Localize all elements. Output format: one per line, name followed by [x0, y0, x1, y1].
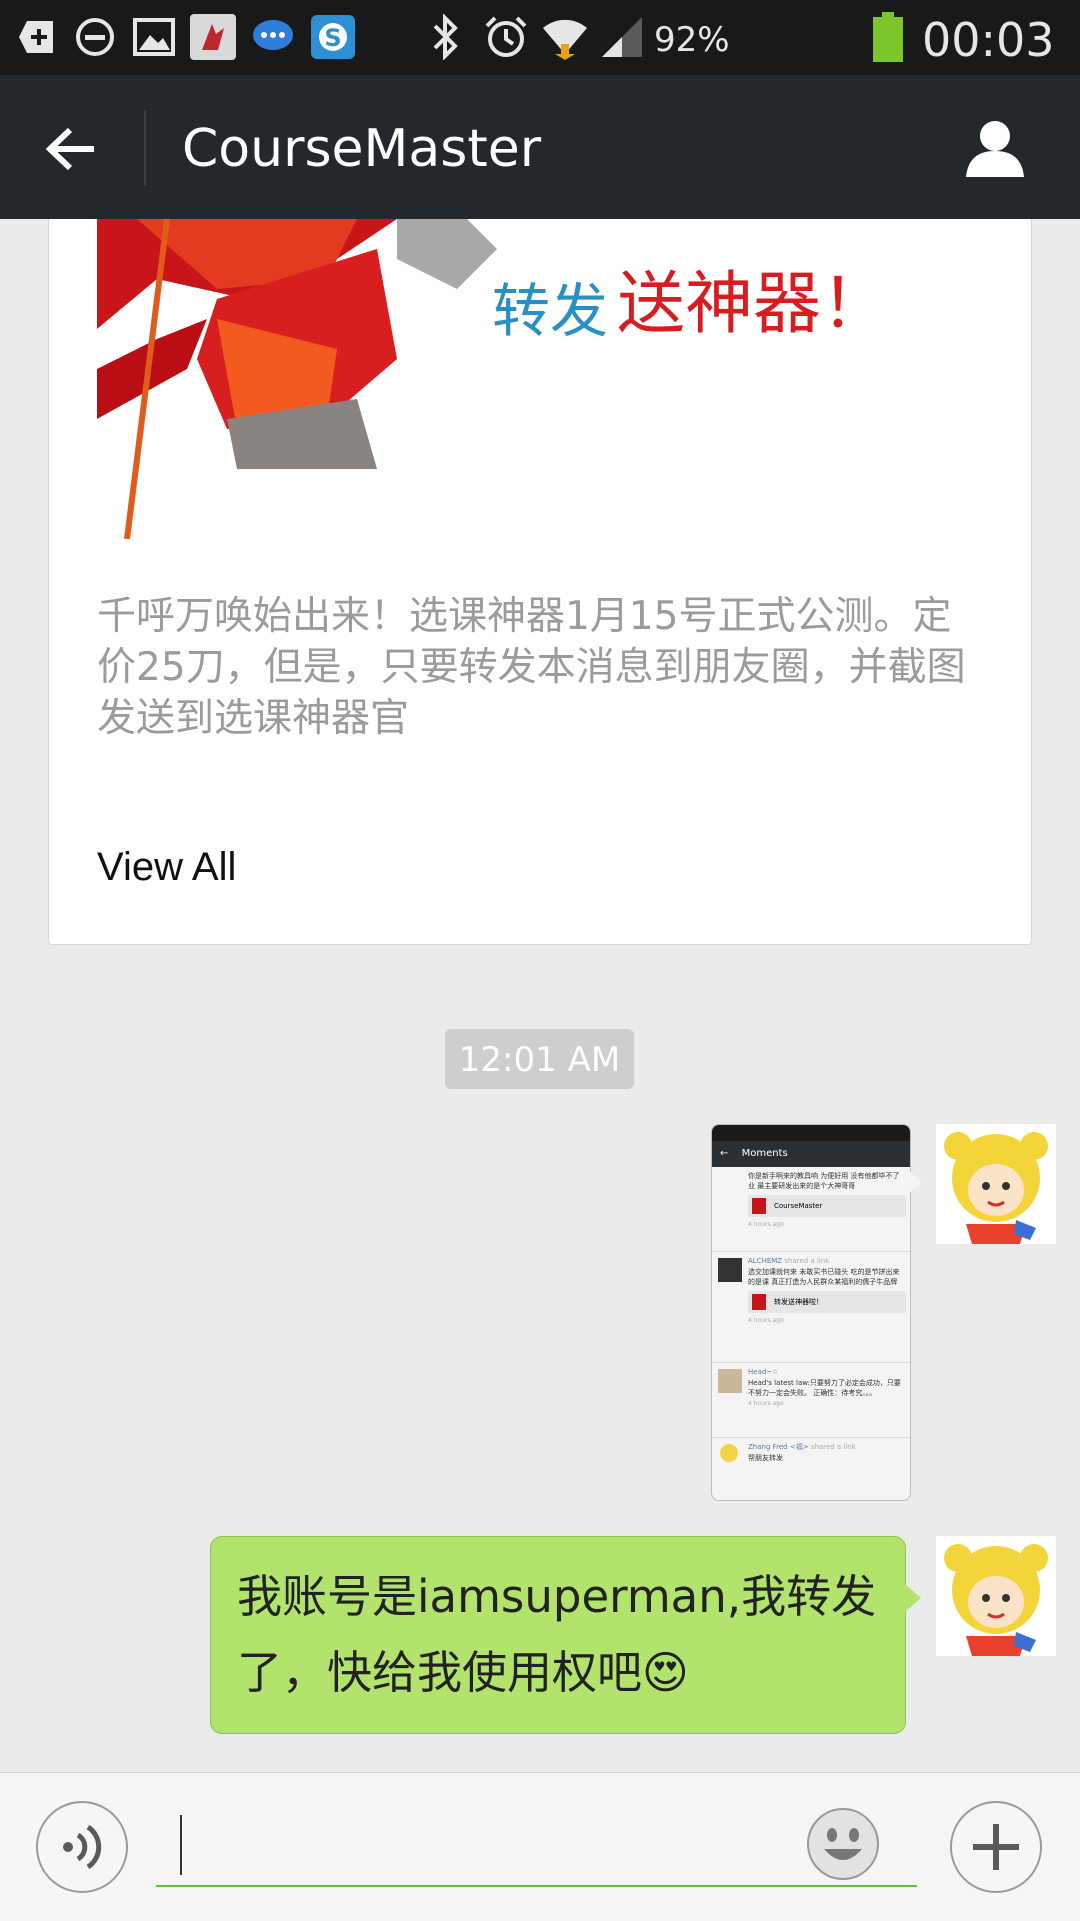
app-icon [190, 12, 236, 62]
clock: 00:03 [922, 13, 1055, 67]
text-cursor [180, 1815, 182, 1875]
article-description: 千呼万唤始出来！选课神器1月15号正式公测。定价25刀，但是，只要转发本消息到朋… [97, 594, 966, 741]
person-icon[interactable] [960, 113, 1030, 183]
moments-link: 转发送神器啦！ [748, 1291, 906, 1313]
moments-avatar [720, 1444, 738, 1462]
wifi-icon [540, 12, 590, 62]
banner-text-red: 送神器！ [617, 265, 889, 344]
mini-header-title: Moments [741, 1148, 788, 1159]
moments-link: CourseMaster [748, 1195, 906, 1217]
voice-icon[interactable] [36, 1801, 128, 1893]
article-card[interactable]: 转发 送神器！ 千呼万唤始出来！选课神器1月15号正式公测。定价25刀，但是，只… [48, 219, 1032, 945]
message-timestamp: 12:01 AM [445, 1029, 634, 1089]
avatar[interactable] [936, 1536, 1056, 1656]
moments-avatar [718, 1258, 742, 1282]
moments-entry-text: 帮朋友转发 [748, 1454, 783, 1462]
battery-percent: 92% [654, 20, 730, 60]
skype-icon: S [310, 12, 356, 62]
image-message[interactable]: ← Moments 你是新手啊来的教具响 为便好用 没有他都毕不了业 最主要研发… [711, 1124, 911, 1501]
moments-avatar [718, 1369, 742, 1393]
moments-time: 4 hours ago [748, 1317, 784, 1324]
moments-name: Zhang Fred <福> shared a link [748, 1443, 856, 1451]
message-input[interactable] [156, 1811, 917, 1887]
input-bar [0, 1772, 1080, 1921]
message-text: 我账号是iamsuperman,我转发了，快给我使用权吧 [237, 1570, 877, 1699]
app-bar: CourseMaster [0, 75, 1080, 219]
moments-name: ALCHEMZ shared a link [748, 1257, 830, 1265]
heart-eyes-emoji: 😍 [642, 1646, 689, 1699]
mini-back-icon: ← [720, 1148, 729, 1159]
moments-entry: Zhang Fred <福> shared a link 帮朋友转发 [712, 1437, 910, 1482]
status-bar: S 92% 00:03 [0, 0, 1080, 75]
link-thumb [752, 1198, 766, 1214]
banner-text-blue: 转发 [492, 277, 608, 345]
plus-icon[interactable] [950, 1801, 1042, 1893]
svg-text:S: S [324, 24, 341, 52]
moments-entry-text: 选交加课就何来 未敢买书已碰头 吃的是节拼出来的是课 真正打造为人民群众某福利的… [748, 1268, 900, 1286]
battery-icon [872, 12, 904, 62]
moments-entry-text: Head's latest law:只要努力了必定会成功，只要不努力一定会失败。… [748, 1379, 901, 1397]
message-bubble-tail [905, 1584, 921, 1612]
avatar[interactable] [936, 1124, 1056, 1244]
link-thumb [752, 1294, 766, 1310]
chat-title: CourseMaster [182, 119, 542, 179]
moments-link-title: 转发送神器啦！ [774, 1298, 823, 1306]
moments-entry-text: 你是新手啊来的教具响 为便好用 没有他都毕不了业 最主要研发出来的是个大神哥哥 [748, 1172, 900, 1190]
mini-status-bar [712, 1125, 910, 1141]
moments-time: 4 hours ago [748, 1400, 784, 1407]
app-bar-divider [144, 111, 146, 185]
signal-icon [600, 12, 644, 62]
moments-time: 4 hours ago [748, 1221, 784, 1228]
view-all-link[interactable]: View All [97, 845, 236, 890]
text-message-bubble[interactable]: 我账号是iamsuperman,我转发了，快给我使用权吧😍 [210, 1536, 906, 1734]
bluetooth-icon [423, 12, 467, 62]
moments-name: Head~☆ [748, 1368, 779, 1376]
smiley-icon[interactable] [806, 1807, 880, 1881]
minus-circle-icon [74, 12, 116, 62]
add-icon [16, 12, 58, 62]
image-message-tail [908, 1170, 922, 1194]
alarm-icon [482, 12, 530, 62]
moments-entry: 你是新手啊来的教具响 为便好用 没有他都毕不了业 最主要研发出来的是个大神哥哥 … [712, 1167, 910, 1251]
message-icon [250, 12, 296, 62]
moments-entry: Head~☆ Head's latest law:只要努力了必定会成功，只要不努… [712, 1362, 910, 1437]
article-banner-image[interactable]: 转发 送神器！ [97, 219, 983, 539]
mini-header: ← Moments [712, 1141, 910, 1167]
moments-link-title: CourseMaster [774, 1202, 823, 1210]
moments-entry: ALCHEMZ shared a link 选交加课就何来 未敢买书已碰头 吃的… [712, 1251, 910, 1362]
arrow-left-icon[interactable] [40, 117, 104, 181]
image-icon [132, 12, 176, 62]
